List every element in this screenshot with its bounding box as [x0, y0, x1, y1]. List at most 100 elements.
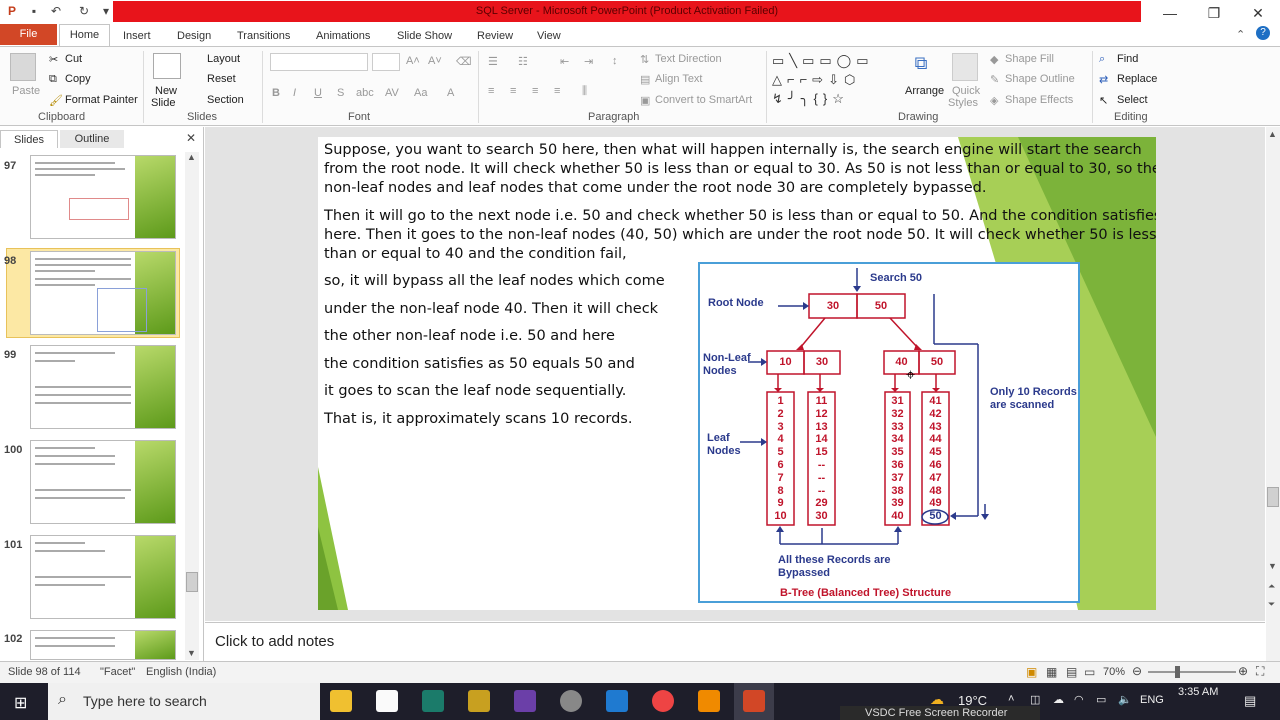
- quick-styles-label-1[interactable]: Quick: [952, 85, 980, 97]
- increase-indent-icon[interactable]: ⇥: [584, 55, 593, 68]
- tab-home[interactable]: Home: [59, 24, 110, 46]
- columns-icon[interactable]: ⫼: [582, 85, 587, 98]
- windows-start-icon[interactable]: ⊞: [14, 693, 27, 713]
- shadow-icon[interactable]: S: [337, 87, 344, 99]
- clock-time[interactable]: 3:35 AM: [1178, 686, 1218, 698]
- zoom-slider-thumb[interactable]: [1175, 666, 1180, 678]
- align-text-icon[interactable]: ▤: [640, 73, 650, 86]
- shape-fill-button[interactable]: Shape Fill: [1005, 53, 1054, 65]
- next-slide-icon[interactable]: ⏷: [1268, 599, 1275, 610]
- fit-slide-icon[interactable]: ⛶: [1256, 664, 1264, 679]
- line-spacing-icon[interactable]: ↕: [612, 55, 618, 67]
- smartart-icon[interactable]: ▣: [640, 94, 650, 107]
- tab-transitions[interactable]: Transitions: [237, 27, 290, 46]
- language-tray[interactable]: ENG: [1140, 694, 1164, 706]
- copy-button[interactable]: Copy: [65, 73, 91, 85]
- recorder-overlay[interactable]: VSDC Free Screen Recorder: [840, 706, 1040, 720]
- taskbar-search[interactable]: ⌕ Type here to search: [48, 683, 320, 720]
- reading-view-icon[interactable]: ▤: [1066, 665, 1077, 679]
- redo-icon[interactable]: ↻: [76, 3, 92, 19]
- scroll-down-icon[interactable]: ▼: [1268, 561, 1277, 571]
- convert-smartart-button[interactable]: Convert to SmartArt: [655, 94, 752, 106]
- notification-icon[interactable]: ▤: [1244, 693, 1256, 709]
- language-indicator[interactable]: English (India): [146, 666, 216, 678]
- align-right-icon[interactable]: ≡: [532, 85, 538, 97]
- notes-placeholder[interactable]: Click to add notes: [215, 633, 334, 650]
- zoom-level[interactable]: 70%: [1103, 666, 1125, 678]
- cut-icon[interactable]: ✂: [49, 53, 58, 66]
- slide-thumbnail-100[interactable]: [30, 440, 176, 524]
- app-icon[interactable]: [422, 690, 444, 712]
- underline-icon[interactable]: U: [314, 87, 322, 99]
- replace-icon[interactable]: ⇄: [1099, 73, 1108, 86]
- find-button[interactable]: Find: [1117, 53, 1138, 65]
- customize-qat-icon[interactable]: ▾: [98, 3, 114, 19]
- tab-animations[interactable]: Animations: [316, 27, 370, 46]
- numbering-icon[interactable]: ☷: [518, 55, 528, 68]
- tab-outline[interactable]: Outline: [60, 130, 124, 148]
- arrange-button[interactable]: Arrange: [905, 85, 944, 97]
- slide-scrollbar[interactable]: ▲ ▼ ⏶ ⏷: [1266, 127, 1280, 661]
- tab-insert[interactable]: Insert: [123, 27, 151, 46]
- search-input[interactable]: Type here to search: [83, 693, 207, 709]
- font-name-dropdown[interactable]: [270, 53, 368, 71]
- previous-slide-icon[interactable]: ⏶: [1268, 581, 1275, 592]
- zoom-out-icon[interactable]: ⊖: [1132, 664, 1142, 678]
- close-button[interactable]: ✕: [1236, 0, 1280, 26]
- scroll-up-icon[interactable]: ▲: [1268, 129, 1277, 139]
- tab-design[interactable]: Design: [177, 27, 211, 46]
- quick-styles-icon[interactable]: [952, 53, 978, 81]
- font-color-icon[interactable]: A: [447, 87, 454, 99]
- align-text-button[interactable]: Align Text: [655, 73, 703, 85]
- shape-outline-icon[interactable]: ✎: [990, 73, 999, 86]
- quick-styles-label-2[interactable]: Styles: [948, 97, 978, 109]
- vlc-icon[interactable]: [698, 690, 720, 712]
- slide-thumbnail-98[interactable]: [30, 251, 176, 335]
- shrink-font-icon[interactable]: A˅: [428, 55, 442, 67]
- decrease-indent-icon[interactable]: ⇤: [560, 55, 569, 68]
- panel-scrollbar[interactable]: ▲ ▼: [185, 152, 199, 660]
- align-left-icon[interactable]: ≡: [488, 85, 494, 97]
- paste-button[interactable]: Paste: [12, 85, 40, 97]
- bold-icon[interactable]: B: [272, 87, 280, 99]
- vscode-icon[interactable]: [606, 690, 628, 712]
- shape-outline-button[interactable]: Shape Outline: [1005, 73, 1075, 85]
- network-icon[interactable]: ◫: [1030, 693, 1040, 706]
- justify-icon[interactable]: ≡: [554, 85, 560, 97]
- minimize-button[interactable]: —: [1148, 0, 1192, 26]
- text-direction-icon[interactable]: ⇅: [640, 53, 649, 66]
- select-icon[interactable]: ↖: [1099, 94, 1108, 107]
- copy-icon[interactable]: ⧉: [49, 73, 57, 86]
- close-panel-icon[interactable]: ✕: [186, 131, 196, 145]
- zoom-slider[interactable]: [1148, 671, 1236, 673]
- volume-icon[interactable]: 🔈: [1118, 693, 1132, 706]
- bullets-icon[interactable]: ☰: [488, 55, 498, 68]
- paste-icon[interactable]: [10, 53, 36, 81]
- tab-review[interactable]: Review: [477, 27, 513, 46]
- onedrive-icon[interactable]: ☁: [1053, 693, 1064, 706]
- text-direction-button[interactable]: Text Direction: [655, 53, 722, 65]
- minimize-ribbon-icon[interactable]: ⌃: [1236, 28, 1245, 41]
- slide-sorter-icon[interactable]: ▦: [1046, 665, 1057, 679]
- replace-button[interactable]: Replace: [1117, 73, 1157, 85]
- clear-formatting-icon[interactable]: ⌫: [456, 55, 472, 68]
- wifi-icon[interactable]: ◠: [1074, 693, 1084, 706]
- normal-view-icon[interactable]: ▣: [1026, 665, 1037, 679]
- sql-server-icon[interactable]: [560, 690, 582, 712]
- find-icon[interactable]: ⌕: [1099, 53, 1105, 66]
- arrange-icon[interactable]: ⧉: [908, 53, 934, 81]
- app-icon[interactable]: [468, 690, 490, 712]
- align-center-icon[interactable]: ≡: [510, 85, 516, 97]
- format-painter-button[interactable]: Format Painter: [65, 94, 138, 106]
- section-button[interactable]: Section: [207, 94, 244, 106]
- tab-slides[interactable]: Slides: [0, 130, 58, 148]
- chrome-icon[interactable]: [652, 690, 674, 712]
- shape-effects-icon[interactable]: ◈: [990, 94, 998, 107]
- shape-fill-icon[interactable]: ◆: [990, 53, 998, 66]
- maximize-button[interactable]: ❐: [1192, 0, 1236, 26]
- tab-view[interactable]: View: [537, 27, 561, 46]
- char-spacing-icon[interactable]: AV: [385, 87, 399, 99]
- powerpoint-taskbar-icon[interactable]: [743, 690, 765, 712]
- battery-icon[interactable]: ▭: [1096, 693, 1106, 706]
- select-button[interactable]: Select: [1117, 94, 1148, 106]
